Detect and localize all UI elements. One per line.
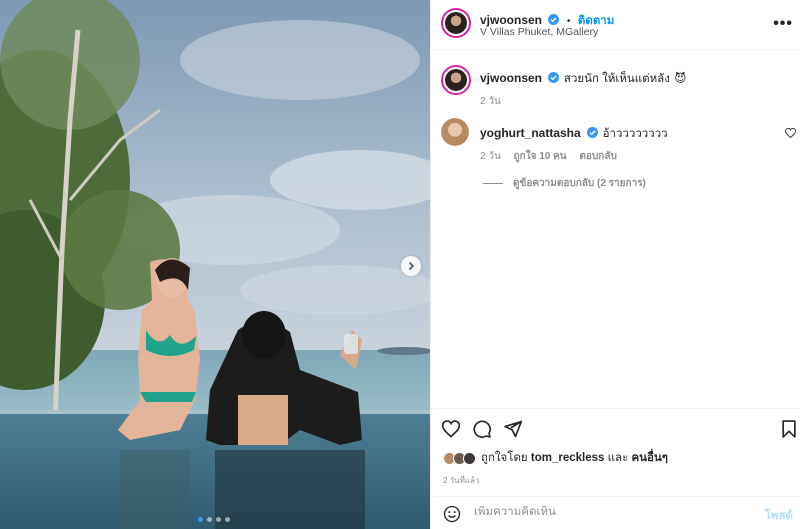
post-time-ago[interactable]: 2 วันที่แล้ว [443, 474, 479, 487]
verified-icon [548, 72, 560, 83]
post-comment-button[interactable]: โพสต์ [765, 507, 793, 525]
liked-by-user[interactable]: tom_reckless [531, 452, 605, 464]
reply-divider [483, 182, 503, 184]
carousel-dot [216, 517, 221, 522]
comment-time[interactable]: 2 วัน [480, 151, 501, 162]
photo-scene [0, 0, 430, 529]
caption-text: สวยนัก ให้เห็นแต่หลัง [563, 73, 670, 85]
author-avatar[interactable] [441, 8, 471, 38]
carousel-dot [225, 517, 230, 522]
author-username[interactable]: vjwoonsen [480, 13, 542, 27]
share-icon[interactable] [503, 419, 523, 439]
caption-author-avatar[interactable] [441, 65, 471, 95]
post-photo[interactable] [0, 0, 430, 529]
liked-by-prefix: ถูกใจโดย [481, 452, 528, 464]
post-side-panel: vjwoonsen • ติดตาม V Villas Phuket, MGal… [430, 0, 800, 529]
action-bar [431, 408, 800, 448]
commenter-avatar[interactable] [441, 118, 469, 146]
chevron-right-icon [408, 261, 415, 271]
comment-icon[interactable] [472, 419, 492, 439]
comment-input[interactable] [474, 506, 744, 518]
add-comment-bar: โพสต์ [431, 496, 800, 529]
liked-by-row: ถูกใจโดย tom_reckless และ คนอื่นๆ [443, 449, 668, 467]
view-replies-label: ดูข้อความตอบกลับ (2 รายการ) [513, 178, 646, 189]
liker-avatars[interactable] [443, 451, 476, 465]
carousel-indicator [198, 517, 230, 522]
post-header: vjwoonsen • ติดตาม V Villas Phuket, MGal… [431, 0, 800, 50]
more-options-button[interactable]: ••• [773, 15, 793, 33]
carousel-dot [207, 517, 212, 522]
comment-text: อ้าวววววววว [602, 128, 668, 140]
bookmark-icon[interactable] [779, 419, 799, 439]
caption-time[interactable]: 2 วัน [480, 94, 501, 109]
post-location[interactable]: V Villas Phuket, MGallery [480, 26, 598, 38]
reply-button[interactable]: ตอบกลับ [579, 151, 616, 162]
liked-by-and: และ [607, 452, 629, 464]
caption-username[interactable]: vjwoonsen [480, 71, 542, 85]
carousel-dot [198, 517, 203, 522]
liker-avatar [463, 451, 476, 465]
next-photo-button[interactable] [401, 256, 421, 276]
liked-by-others[interactable]: คนอื่นๆ [631, 449, 668, 467]
devil-emoji-icon: 😈 [674, 73, 687, 85]
comment-like-heart-icon[interactable] [785, 128, 796, 138]
emoji-icon[interactable] [443, 505, 461, 523]
view-replies-button[interactable]: ดูข้อความตอบกลับ (2 รายการ) [483, 176, 646, 191]
comment-likes-count[interactable]: ถูกใจ 10 คน [514, 151, 567, 162]
verified-icon [587, 127, 599, 138]
verified-icon [548, 14, 560, 25]
heart-icon[interactable] [441, 419, 461, 439]
commenter-username[interactable]: yoghurt_nattasha [480, 126, 581, 140]
